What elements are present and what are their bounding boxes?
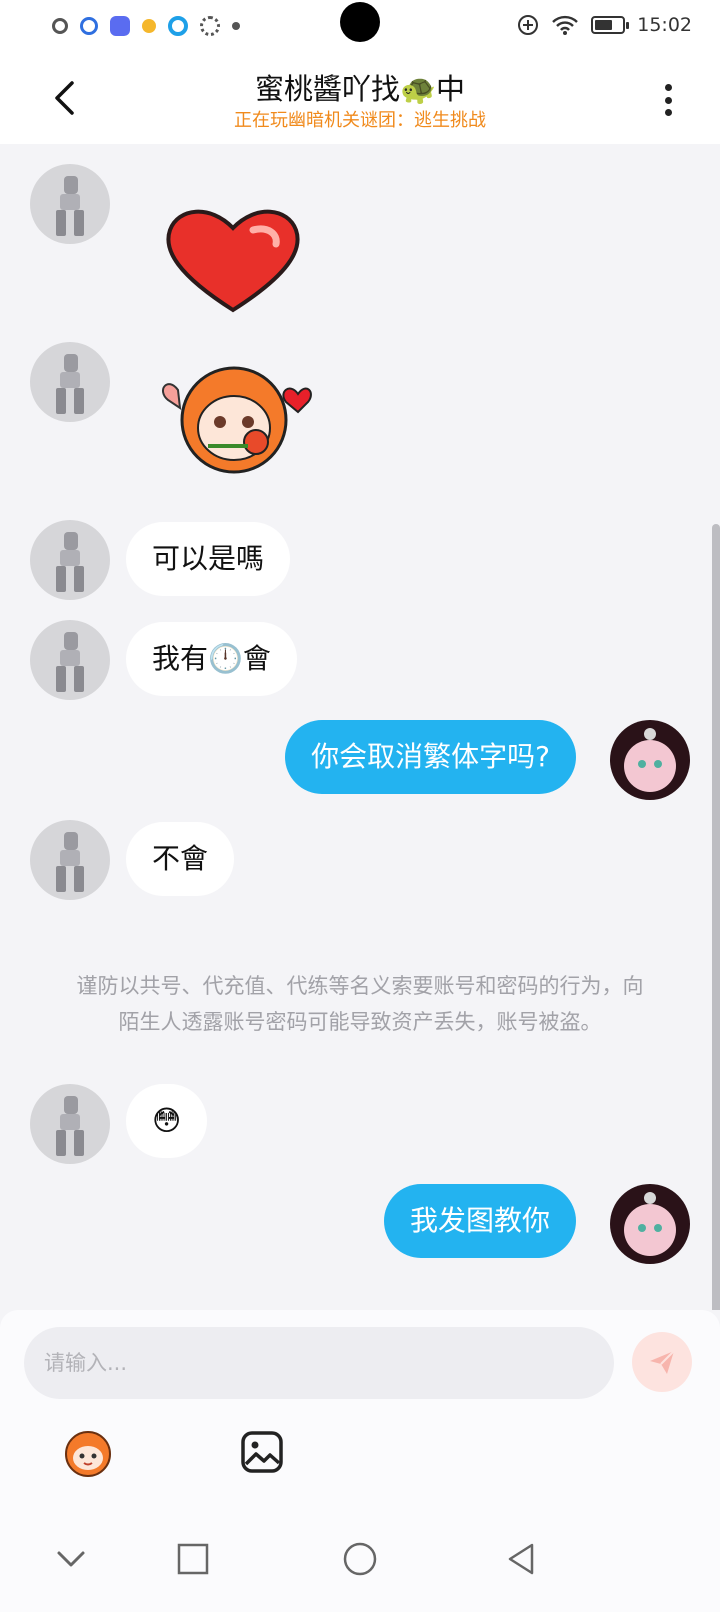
chat-header: 蜜桃醬吖找🐢中 正在玩幽暗机关谜团：逃生挑战 bbox=[0, 56, 720, 144]
recents-button[interactable] bbox=[168, 1534, 218, 1584]
avatar[interactable] bbox=[30, 620, 110, 700]
my-avatar[interactable] bbox=[610, 1184, 690, 1264]
anime-girl-rose-sticker[interactable] bbox=[148, 350, 320, 476]
incoming-message[interactable]: 我有🕛會 bbox=[126, 622, 297, 696]
robot-avatar-icon bbox=[56, 354, 84, 414]
send-button[interactable] bbox=[632, 1332, 692, 1392]
square-icon bbox=[177, 1543, 209, 1575]
more-vertical-icon bbox=[664, 84, 672, 91]
now-playing-status: 正在玩幽暗机关谜团：逃生挑战 bbox=[234, 110, 486, 131]
incoming-message[interactable]: 不會 bbox=[126, 822, 235, 896]
add-circle-icon bbox=[518, 15, 539, 35]
anime-avatar-icon bbox=[624, 1192, 676, 1256]
status-bar: 15:02 bbox=[0, 0, 720, 56]
back-nav-button[interactable] bbox=[496, 1534, 546, 1584]
incoming-message[interactable]: 可以是嗎 bbox=[126, 522, 291, 596]
image-button[interactable] bbox=[232, 1422, 292, 1482]
avatar[interactable] bbox=[30, 342, 110, 422]
chevron-down-icon bbox=[57, 1551, 85, 1567]
notification-icons bbox=[52, 16, 240, 36]
more-options-button[interactable] bbox=[656, 78, 680, 122]
system-indicators: 15:02 bbox=[517, 14, 692, 36]
robot-avatar-icon bbox=[56, 176, 84, 236]
q-icon bbox=[80, 17, 98, 35]
outgoing-message[interactable]: 我发图教你 bbox=[383, 1184, 576, 1258]
sticker-button[interactable] bbox=[58, 1422, 118, 1482]
robot-avatar-icon bbox=[56, 632, 84, 692]
bot-icon bbox=[110, 16, 130, 36]
gear-icon bbox=[200, 16, 220, 36]
wifi-icon bbox=[552, 15, 579, 35]
dot-icon bbox=[232, 22, 240, 30]
emoji-avatar-icon bbox=[65, 1431, 111, 1477]
avatar[interactable] bbox=[30, 1084, 110, 1164]
camera-cutout bbox=[340, 2, 380, 42]
image-icon bbox=[241, 1431, 283, 1473]
message-list[interactable]: 可以是嗎 我有🕛會 你会取消繁体字吗? 不會 谨防以共号、代充值、代练等名义索要… bbox=[0, 144, 720, 1310]
robot-avatar-icon bbox=[56, 832, 84, 892]
robot-avatar-icon bbox=[56, 532, 84, 592]
scrollbar[interactable] bbox=[712, 524, 720, 1310]
target-icon bbox=[168, 16, 188, 36]
chat-title: 蜜桃醬吖找🐢中 bbox=[254, 72, 466, 106]
home-button[interactable] bbox=[335, 1534, 385, 1584]
system-navigation-bar bbox=[0, 1510, 720, 1612]
composer bbox=[0, 1310, 720, 1510]
robot-avatar-icon bbox=[56, 1096, 84, 1156]
security-notice: 谨防以共号、代充值、代练等名义索要账号和密码的行为，向陌生人透露账号密码可能导致… bbox=[76, 974, 644, 1034]
battery-icon bbox=[591, 16, 630, 34]
anime-avatar-icon bbox=[624, 728, 676, 792]
dot-icon bbox=[142, 19, 156, 33]
hide-keyboard-button[interactable] bbox=[46, 1534, 96, 1584]
avatar[interactable] bbox=[30, 820, 110, 900]
avatar[interactable] bbox=[30, 164, 110, 244]
avatar[interactable] bbox=[30, 520, 110, 600]
heart-sticker[interactable] bbox=[158, 200, 308, 320]
incoming-message[interactable]: 😳 bbox=[126, 1084, 208, 1158]
triangle-back-icon bbox=[508, 1543, 534, 1575]
my-avatar[interactable] bbox=[610, 720, 690, 800]
outgoing-message[interactable]: 你会取消繁体字吗? bbox=[285, 720, 576, 794]
app-icon-1 bbox=[52, 18, 68, 34]
circle-icon bbox=[343, 1542, 377, 1576]
clock: 15:02 bbox=[637, 14, 692, 36]
send-icon bbox=[650, 1350, 675, 1374]
message-input[interactable] bbox=[24, 1327, 614, 1399]
